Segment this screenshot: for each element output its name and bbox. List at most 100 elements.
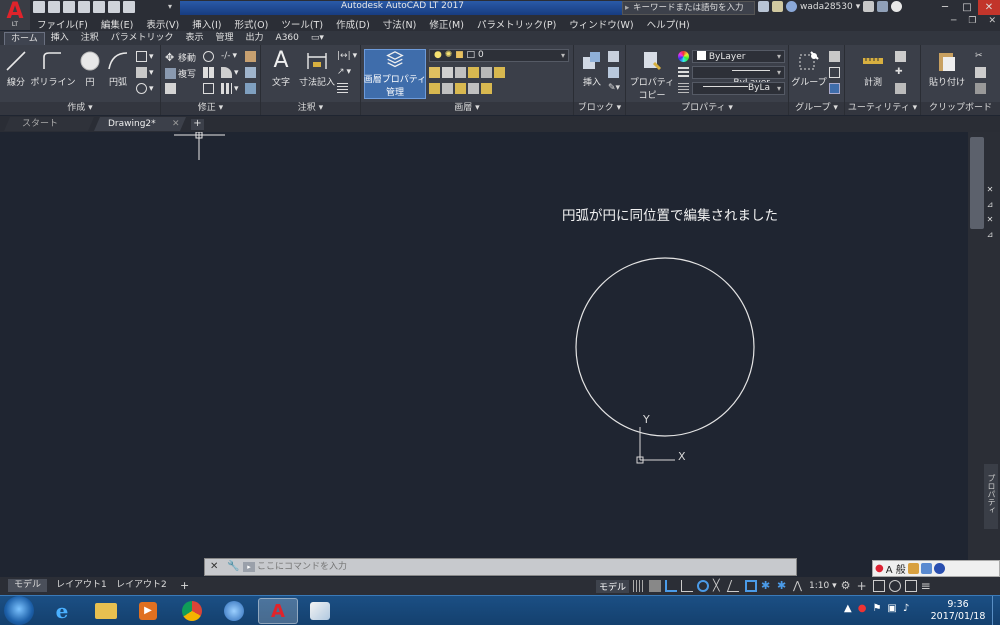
layout-tab-layout2[interactable]: レイアウト2 bbox=[110, 579, 173, 592]
menu-window[interactable]: ウィンドウ(W) bbox=[562, 17, 639, 31]
scale-icon[interactable] bbox=[203, 83, 214, 94]
star-icon[interactable] bbox=[772, 1, 783, 12]
user-dropdown-icon[interactable]: ▾ bbox=[856, 2, 861, 12]
antivirus-icon[interactable]: ● bbox=[858, 603, 867, 614]
layers-panel-title[interactable]: 画層 ▾ bbox=[361, 102, 573, 115]
trim-icon[interactable]: -/- ▾ bbox=[221, 51, 237, 61]
properties-panel-title[interactable]: プロパティ ▾ bbox=[626, 102, 788, 115]
layout-tab-layout1[interactable]: レイアウト1 bbox=[50, 579, 113, 592]
ime-tool-icon[interactable] bbox=[920, 563, 932, 574]
ime-help-icon[interactable] bbox=[933, 563, 945, 574]
tab-a360[interactable]: A360 bbox=[270, 32, 305, 45]
cmdline-prompt-icon[interactable]: ▸ bbox=[243, 562, 255, 572]
tab-annotate[interactable]: 注釈 bbox=[75, 32, 105, 45]
group-select-icon[interactable] bbox=[829, 83, 840, 94]
tab-start[interactable]: スタート bbox=[4, 117, 94, 131]
edit-block-icon[interactable] bbox=[608, 67, 619, 78]
lineweight-list-icon[interactable] bbox=[678, 83, 689, 94]
save-icon[interactable] bbox=[63, 1, 75, 13]
tab-parametric[interactable]: パラメトリック bbox=[105, 32, 180, 45]
customize-icon[interactable]: ≡ bbox=[921, 580, 933, 592]
minimize-button[interactable]: ─ bbox=[934, 0, 956, 15]
menu-dimension[interactable]: 寸法(N) bbox=[376, 17, 423, 31]
network-icon[interactable]: ▣ bbox=[887, 603, 896, 614]
match-clip-icon[interactable] bbox=[975, 83, 986, 94]
lineweight-dropdown[interactable]: ByLa bbox=[692, 82, 785, 95]
redo-icon[interactable] bbox=[123, 1, 135, 13]
show-desktop-button[interactable] bbox=[992, 596, 1000, 625]
groups-panel-title[interactable]: グループ ▾ bbox=[789, 102, 844, 115]
hatch-icon[interactable]: ▾ bbox=[136, 67, 154, 78]
annotation-visibility-icon[interactable]: ✱ bbox=[761, 580, 773, 592]
print-icon[interactable] bbox=[93, 1, 105, 13]
ellipse-icon[interactable]: ▾ bbox=[136, 83, 154, 94]
palette-close-icon[interactable]: ✕ bbox=[984, 184, 996, 196]
status-model-toggle[interactable]: モデル bbox=[596, 579, 630, 593]
paste-button[interactable]: 貼り付け bbox=[925, 49, 969, 88]
help-icon[interactable] bbox=[891, 1, 903, 12]
add-layout-button[interactable]: + bbox=[174, 579, 195, 592]
draw-panel-title[interactable]: 作成 ▾ bbox=[0, 102, 160, 115]
action-center-icon[interactable]: ⚑ bbox=[872, 603, 881, 614]
ime-mode[interactable]: A 般 bbox=[886, 561, 906, 576]
menu-file[interactable]: ファイル(F) bbox=[30, 17, 94, 31]
open-file-icon[interactable] bbox=[48, 1, 60, 13]
palette-pin-icon[interactable]: ⊿ bbox=[984, 229, 996, 241]
linetype-dropdown[interactable]: ByLayer bbox=[692, 66, 785, 88]
menu-tools[interactable]: ツール(T) bbox=[274, 17, 329, 31]
ungroup-icon[interactable] bbox=[829, 51, 840, 62]
utilities-panel-title[interactable]: ユーティリティ ▾ bbox=[845, 102, 920, 115]
windows-start-button[interactable] bbox=[4, 596, 34, 625]
search-input[interactable]: キーワードまたは語句を入力 bbox=[622, 1, 755, 15]
group-edit-icon[interactable] bbox=[829, 67, 840, 78]
doc-minimize-button[interactable]: ─ bbox=[951, 16, 956, 26]
media-player-taskbar-icon[interactable]: ▶ bbox=[128, 598, 168, 624]
a360-icon[interactable] bbox=[877, 1, 889, 12]
leader-icon[interactable]: ↗ ▾ bbox=[337, 67, 351, 77]
isolate-objects-icon[interactable] bbox=[872, 580, 885, 592]
maximize-button[interactable]: □ bbox=[956, 0, 978, 15]
ime-tool-icon[interactable] bbox=[907, 563, 919, 574]
copy-tool-button[interactable]: 複写 bbox=[165, 67, 196, 80]
match-properties-button[interactable]: プロパティ コピー bbox=[630, 49, 674, 101]
line-tool-button[interactable]: 線分 bbox=[0, 49, 34, 88]
arc-tool-button[interactable]: 円弧 bbox=[100, 49, 136, 88]
menu-parametric[interactable]: パラメトリック(P) bbox=[470, 17, 562, 31]
doc-close-button[interactable]: ✕ bbox=[988, 16, 996, 26]
drawing-canvas[interactable]: Y X 円弧が円に同位置で編集されました bbox=[0, 132, 968, 577]
snap-icon[interactable] bbox=[649, 580, 662, 592]
block-attr-icon[interactable]: ✎▾ bbox=[608, 83, 620, 93]
undo-icon[interactable] bbox=[108, 1, 120, 13]
layer-tools-row1[interactable] bbox=[429, 67, 505, 78]
measure-button[interactable]: 計測 bbox=[855, 49, 891, 88]
cmdline-close-icon[interactable]: ✕ bbox=[210, 561, 218, 572]
layer-tools-row2[interactable] bbox=[429, 83, 492, 94]
user-name[interactable]: wada28530 bbox=[800, 2, 853, 12]
menu-insert[interactable]: 挿入(I) bbox=[185, 17, 227, 31]
quick-select-icon[interactable] bbox=[895, 51, 906, 62]
fillet-icon[interactable]: ▾ bbox=[221, 67, 239, 78]
doc-restore-button[interactable]: ❐ bbox=[968, 16, 976, 26]
group-button[interactable]: グループ bbox=[790, 49, 828, 88]
tab-manage[interactable]: 管理 bbox=[210, 32, 240, 45]
dimension-tool-button[interactable]: 寸法記入 bbox=[295, 49, 339, 88]
polar-icon[interactable] bbox=[681, 580, 694, 592]
ie-taskbar-icon[interactable]: e bbox=[42, 598, 82, 624]
layer-properties-button[interactable]: 画層プロパティ 管理 bbox=[364, 49, 426, 99]
cmdline-settings-icon[interactable]: 🔧 bbox=[227, 561, 239, 572]
annotation-scale-dropdown[interactable]: 1:10 ▾ bbox=[809, 581, 837, 591]
move-tool-button[interactable]: ✥ 移動 bbox=[165, 51, 196, 64]
hardware-accel-icon[interactable] bbox=[888, 580, 901, 592]
drawing-area[interactable]: Y X bbox=[0, 132, 968, 577]
tab-view[interactable]: 表示 bbox=[180, 32, 210, 45]
thunderbird-taskbar-icon[interactable] bbox=[214, 598, 254, 624]
menu-edit[interactable]: 編集(E) bbox=[94, 17, 139, 31]
create-block-icon[interactable] bbox=[608, 51, 619, 62]
tray-expand-icon[interactable]: ▲ bbox=[844, 603, 852, 614]
linetype-list-icon[interactable] bbox=[678, 67, 689, 78]
grid-icon[interactable] bbox=[633, 580, 646, 592]
text-tool-button[interactable]: A 文字 bbox=[263, 49, 299, 89]
close-button[interactable]: ✕ bbox=[978, 0, 1000, 15]
rotate-icon[interactable] bbox=[203, 51, 214, 62]
offset-icon[interactable] bbox=[245, 83, 256, 94]
